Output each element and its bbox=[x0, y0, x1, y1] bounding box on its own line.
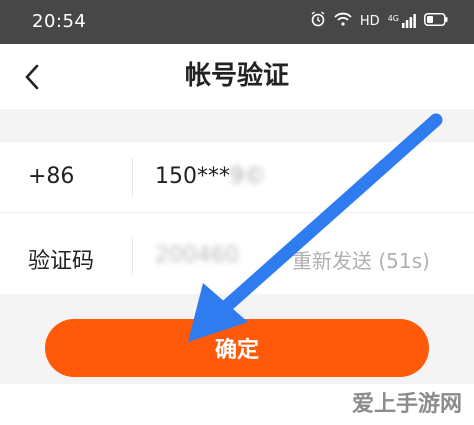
status-icons: HD 4G bbox=[310, 11, 448, 31]
code-label: 验证码 bbox=[28, 249, 95, 274]
battery-icon bbox=[424, 12, 448, 30]
code-input[interactable]: 200460 bbox=[155, 243, 239, 268]
nav-bar: 帐号验证 bbox=[0, 44, 474, 109]
page-title: 帐号验证 bbox=[184, 61, 289, 91]
section-gap bbox=[0, 109, 474, 142]
status-bar: 20:54 HD 4G bbox=[0, 0, 474, 44]
watermark: 爱上手游网 bbox=[351, 392, 462, 417]
confirm-button[interactable]: 确定 bbox=[45, 319, 429, 377]
phone-blurred: 9© bbox=[230, 164, 266, 189]
chevron-left-icon bbox=[25, 64, 39, 90]
phone-number-field[interactable]: 150***9© bbox=[155, 164, 266, 189]
code-row: 验证码 200460 重新发送 (51s) bbox=[0, 212, 474, 295]
signal-icon: 4G bbox=[388, 14, 416, 28]
phone-row: +86 150***9© bbox=[0, 142, 474, 212]
back-button[interactable] bbox=[20, 62, 46, 92]
hd-label: HD bbox=[359, 13, 380, 29]
wifi-icon bbox=[334, 12, 352, 30]
divider bbox=[132, 237, 133, 275]
status-time: 20:54 bbox=[32, 11, 87, 32]
phone-masked: 150*** bbox=[155, 164, 230, 189]
country-code[interactable]: +86 bbox=[28, 164, 74, 189]
resend-button[interactable]: 重新发送 (51s) bbox=[292, 245, 430, 274]
alarm-icon bbox=[310, 11, 326, 31]
divider bbox=[132, 158, 133, 196]
network-type: 4G bbox=[387, 14, 399, 23]
